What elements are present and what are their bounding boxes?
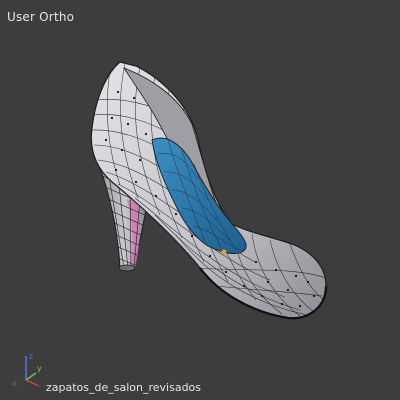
y-axis-line (25, 372, 37, 381)
origin-point (221, 249, 227, 255)
3d-viewport[interactable]: User Ortho x y z zapatos_de_salon_revisa… (0, 0, 400, 400)
x-axis-label: x (12, 379, 17, 388)
active-object-name: zapatos_de_salon_revisados (46, 381, 202, 394)
axis-gizmo: x y z (12, 352, 42, 388)
x-axis-line (25, 379, 40, 387)
z-axis-label: z (29, 352, 33, 361)
y-axis-label: y (37, 364, 42, 373)
shoe-mesh[interactable] (0, 0, 400, 400)
